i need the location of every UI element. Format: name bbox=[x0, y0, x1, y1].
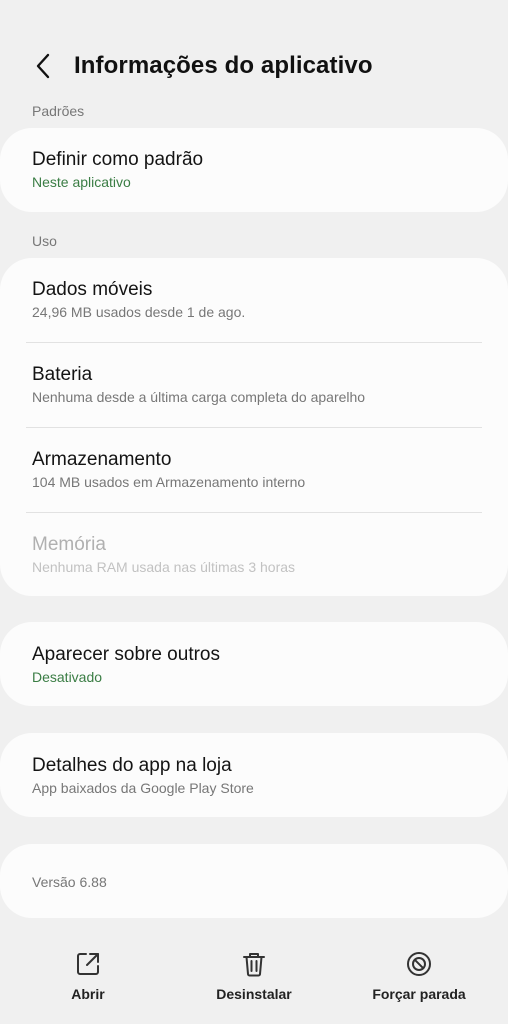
block-icon bbox=[407, 952, 431, 976]
appear-on-top-subtitle: Desativado bbox=[32, 669, 103, 685]
section-label-defaults: Padrões bbox=[32, 103, 85, 119]
set-as-default-item[interactable]: Definir como padrão Neste aplicativo bbox=[32, 149, 482, 191]
app-bar: Informações do aplicativo bbox=[0, 38, 508, 94]
open-external-icon bbox=[77, 953, 99, 975]
set-as-default-subtitle: Neste aplicativo bbox=[32, 174, 131, 190]
page-title: Informações do aplicativo bbox=[74, 52, 373, 79]
memory-title: Memória bbox=[32, 534, 106, 555]
storage-item[interactable]: Armazenamento 104 MB usados em Armazenam… bbox=[32, 449, 482, 491]
divider bbox=[26, 342, 482, 343]
storage-subtitle: 104 MB usados em Armazenamento interno bbox=[32, 474, 306, 490]
memory-item: Memória Nenhuma RAM usada nas últimas 3 … bbox=[32, 534, 482, 576]
mobile-data-subtitle: 24,96 MB usados desde 1 de ago. bbox=[32, 304, 246, 320]
force-stop-label: Forçar parada bbox=[372, 986, 466, 1002]
divider bbox=[26, 512, 482, 513]
store-card: Detalhes do app na loja App baixados da … bbox=[0, 733, 508, 817]
appear-on-top-item[interactable]: Aparecer sobre outros Desativado bbox=[32, 644, 482, 686]
store-details-title: Detalhes do app na loja bbox=[32, 755, 232, 776]
trash-icon bbox=[243, 953, 265, 977]
storage-title: Armazenamento bbox=[32, 449, 172, 470]
battery-title: Bateria bbox=[32, 364, 93, 385]
chevron-left-icon bbox=[36, 53, 50, 79]
open-label: Abrir bbox=[71, 986, 105, 1002]
battery-subtitle: Nenhuma desde a última carga completa do… bbox=[32, 389, 366, 405]
store-details-subtitle: App baixados da Google Play Store bbox=[32, 780, 254, 796]
memory-subtitle: Nenhuma RAM usada nas últimas 3 horas bbox=[32, 559, 296, 575]
uninstall-button[interactable]: Desinstalar bbox=[189, 950, 319, 1002]
mobile-data-title: Dados móveis bbox=[32, 279, 153, 300]
uninstall-label: Desinstalar bbox=[216, 986, 292, 1002]
mobile-data-item[interactable]: Dados móveis 24,96 MB usados desde 1 de … bbox=[32, 279, 482, 321]
force-stop-button[interactable]: Forçar parada bbox=[354, 950, 484, 1002]
overlay-card: Aparecer sobre outros Desativado bbox=[0, 622, 508, 706]
appear-on-top-title: Aparecer sobre outros bbox=[32, 644, 220, 665]
usage-card: Dados móveis 24,96 MB usados desde 1 de … bbox=[0, 258, 508, 596]
version-text: Versão 6.88 bbox=[32, 874, 107, 890]
back-button[interactable] bbox=[28, 46, 58, 86]
battery-item[interactable]: Bateria Nenhuma desde a última carga com… bbox=[32, 364, 482, 406]
store-details-item[interactable]: Detalhes do app na loja App baixados da … bbox=[32, 755, 482, 797]
divider bbox=[26, 427, 482, 428]
version-card: Versão 6.88 bbox=[0, 844, 508, 918]
section-label-usage: Uso bbox=[32, 233, 57, 249]
defaults-card: Definir como padrão Neste aplicativo bbox=[0, 128, 508, 212]
set-as-default-title: Definir como padrão bbox=[32, 149, 204, 170]
bottom-action-bar: Abrir Desinstalar Forçar parada bbox=[0, 950, 508, 1024]
open-button[interactable]: Abrir bbox=[23, 950, 153, 1002]
